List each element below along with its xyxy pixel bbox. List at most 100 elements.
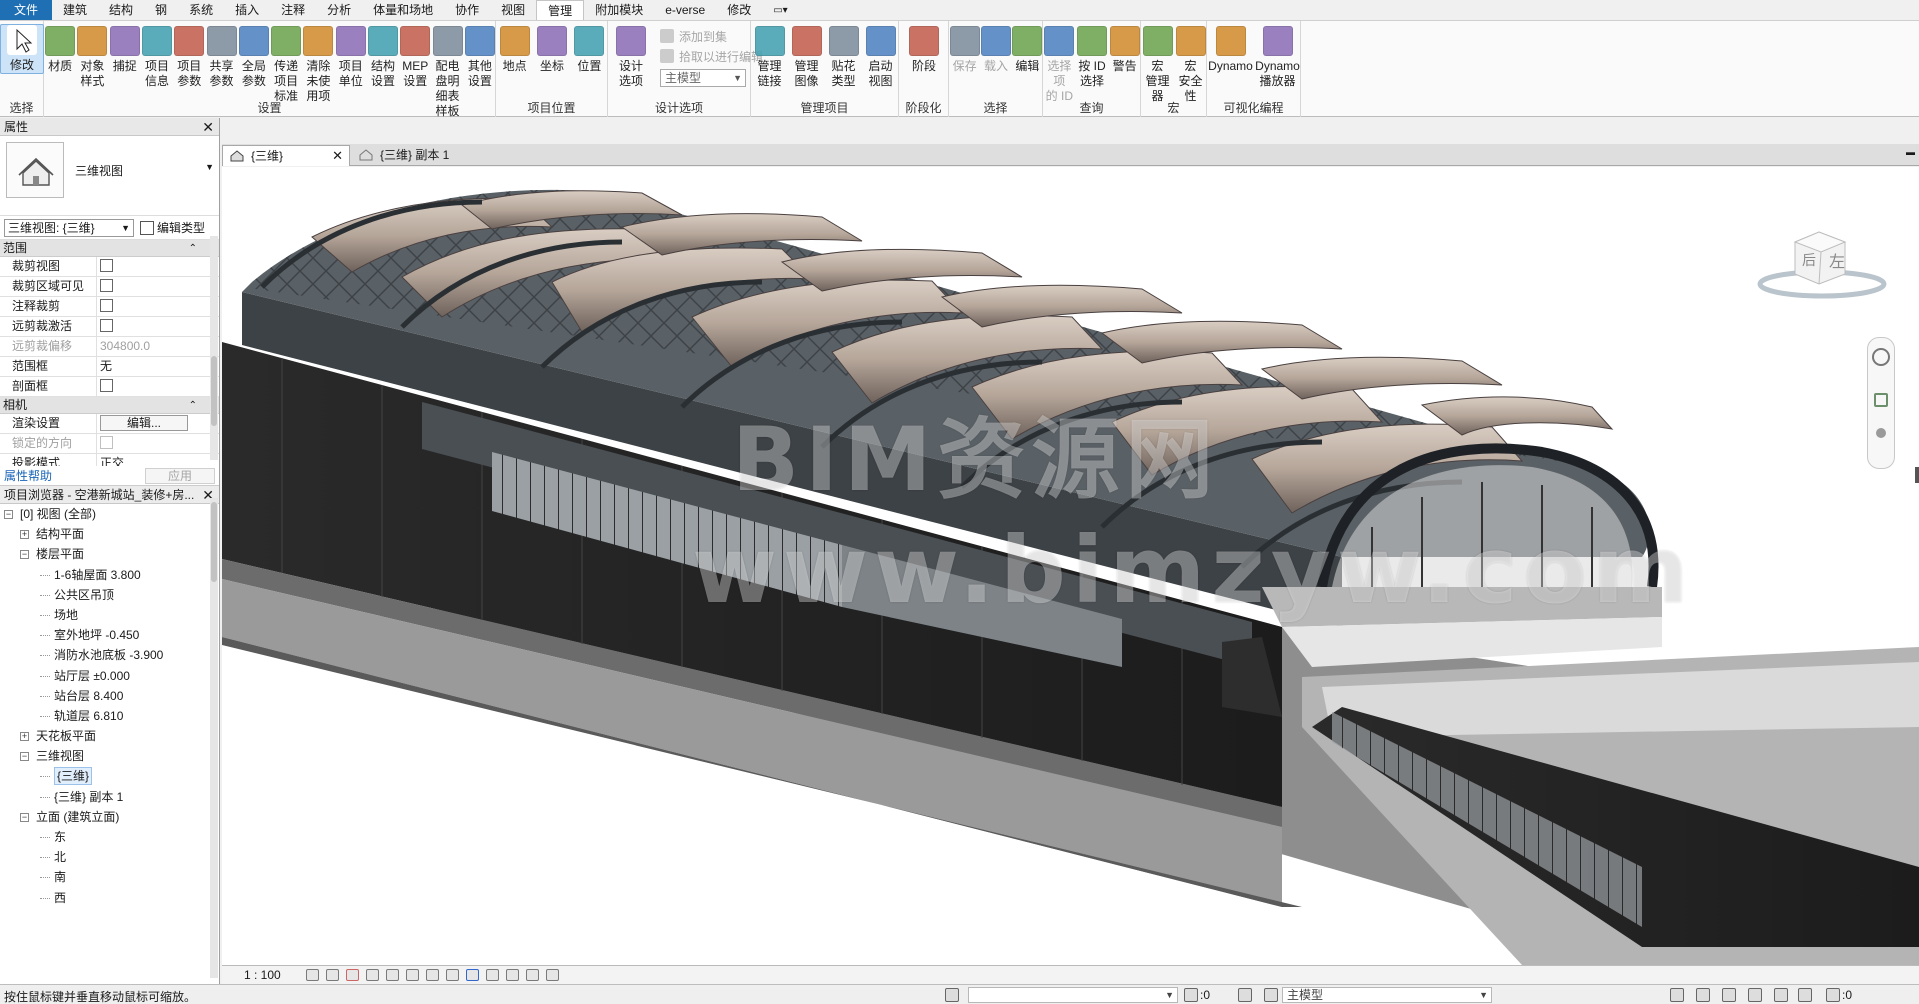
menu-item-3[interactable]: 钢 (144, 0, 178, 20)
property-value[interactable]: 正交 (96, 454, 190, 466)
browser-node[interactable]: 轨道层 6.810 (0, 706, 219, 726)
ribbon-button-2-1[interactable]: 坐标 (533, 26, 570, 74)
menu-item-6[interactable]: 注释 (270, 0, 316, 20)
workset-combo[interactable]: ▼ (968, 987, 1178, 1003)
browser-node[interactable]: + 天花板平面 (0, 726, 219, 746)
detail-level-icon[interactable] (306, 969, 319, 981)
property-value[interactable] (96, 434, 190, 454)
menu-item-2[interactable]: 结构 (98, 0, 144, 20)
browser-node[interactable]: − 楼层平面 (0, 544, 219, 564)
browser-node[interactable]: 站厅层 ±0.000 (0, 666, 219, 686)
chevron-down-icon[interactable]: ▼ (205, 162, 214, 172)
ribbon-button-8-1[interactable]: 宏 安全性 (1174, 26, 1207, 104)
viewcube-face-back[interactable]: 后 (1802, 250, 1816, 270)
ribbon-button-6-0[interactable]: 保存 (949, 26, 980, 74)
design-option-combo[interactable]: 主模型 ▼ (1282, 987, 1492, 1003)
close-icon[interactable]: ✕ (332, 146, 343, 166)
steering-wheel-icon[interactable] (1872, 348, 1890, 366)
ribbon-button-2-0[interactable]: 地点 (496, 26, 533, 74)
ribbon-button-4-3[interactable]: 启动 视图 (862, 26, 899, 89)
ribbon-button-1-10[interactable]: 结构 设置 (367, 26, 399, 89)
property-value[interactable]: 无 (96, 357, 190, 377)
viewcube-face-left[interactable]: 左 (1829, 248, 1845, 272)
properties-help-link[interactable]: 属性帮助 (0, 469, 52, 483)
menu-item-9[interactable]: 协作 (444, 0, 490, 20)
edit-type-button[interactable]: 编辑类型 (140, 219, 205, 237)
render-settings-button[interactable]: 编辑... (100, 415, 188, 431)
menu-item-1[interactable]: 建筑 (52, 0, 98, 20)
property-section[interactable]: 范围 ⌃ (0, 240, 219, 257)
property-checkbox[interactable] (100, 259, 113, 272)
workset-icon[interactable] (945, 988, 959, 1002)
ribbon-button-4-1[interactable]: 管理 图像 (788, 26, 825, 89)
crop-view-icon[interactable] (406, 969, 419, 981)
menu-item-4[interactable]: 系统 (178, 0, 224, 20)
property-value[interactable] (96, 377, 190, 397)
ribbon-button-1-9[interactable]: 项目 单位 (335, 26, 367, 89)
browser-node[interactable]: 1-6轴屋面 3.800 (0, 565, 219, 585)
browser-node[interactable]: 站台层 8.400 (0, 686, 219, 706)
instance-selector[interactable]: 三维视图: {三维} ▼ (4, 219, 134, 237)
worksharing-icon[interactable] (526, 969, 539, 981)
property-checkbox[interactable] (100, 436, 113, 449)
editable-only-icon[interactable] (1238, 988, 1252, 1002)
unlock-view-icon[interactable] (446, 969, 459, 981)
browser-scrollbar[interactable] (210, 498, 218, 978)
browser-node[interactable]: 场地 (0, 605, 219, 625)
property-value[interactable] (96, 297, 190, 317)
temp-view-props-icon[interactable] (506, 969, 519, 981)
ribbon-button-5-0[interactable]: 阶段 (899, 26, 949, 74)
collapse-icon[interactable]: − (20, 752, 29, 762)
browser-node[interactable]: 北 (0, 847, 219, 867)
browser-node[interactable]: − [0] 视图 (全部) (0, 504, 219, 524)
menu-item-7[interactable]: 分析 (316, 0, 362, 20)
property-value[interactable]: 编辑... (96, 414, 190, 434)
ribbon-button-9-1[interactable]: Dynamo 播放器 (1254, 26, 1301, 89)
ribbon-button-4-0[interactable]: 管理 链接 (751, 26, 788, 89)
ribbon-button-7-0[interactable]: 选择项 的 ID (1043, 26, 1076, 104)
expand-icon[interactable]: + (20, 732, 29, 742)
pan-icon[interactable] (1876, 428, 1886, 438)
menu-item-10[interactable]: 视图 (490, 0, 536, 20)
scroll-thumb[interactable] (211, 502, 217, 582)
browser-node[interactable]: 消防水池底板 -3.900 (0, 645, 219, 665)
ribbon-button-4-2[interactable]: 贴花 类型 (825, 26, 862, 89)
ribbon-button-7-1[interactable]: 按 ID 选择 (1076, 26, 1109, 89)
menu-item-11[interactable]: 管理 (536, 0, 585, 20)
select-pinned-icon[interactable] (1722, 988, 1736, 1002)
tab-3d[interactable]: {三维} ✕ (222, 145, 350, 166)
browser-node[interactable]: 东 (0, 827, 219, 847)
navigation-bar[interactable] (1867, 337, 1895, 469)
property-checkbox[interactable] (100, 319, 113, 332)
ribbon-button-1-0[interactable]: 材质 (44, 26, 76, 74)
menu-item-5[interactable]: 插入 (224, 0, 270, 20)
property-checkbox[interactable] (100, 379, 113, 392)
collapse-icon[interactable]: − (4, 510, 13, 519)
tab-3d-copy[interactable]: {三维} 副本 1 (352, 145, 502, 166)
temp-hide-icon[interactable] (466, 969, 479, 981)
collapse-icon[interactable]: ⌃ (189, 240, 197, 257)
property-checkbox[interactable] (100, 299, 113, 312)
ribbon-button-1-11[interactable]: MEP 设置 (399, 26, 431, 89)
select-by-face-icon[interactable] (1748, 988, 1762, 1002)
properties-scrollbar[interactable] (210, 236, 218, 460)
browser-node[interactable]: 西 (0, 888, 219, 908)
drag-on-selection-icon[interactable] (1774, 988, 1788, 1002)
ribbon-button-1-7[interactable]: 传递 项目标准 (270, 26, 302, 104)
property-value[interactable] (96, 317, 190, 337)
collapse-icon[interactable]: ⌃ (189, 397, 197, 414)
menu-item-14[interactable]: 修改 (716, 0, 762, 20)
property-value[interactable] (96, 257, 190, 277)
ribbon-button-2-2[interactable]: 位置 (571, 26, 608, 74)
ribbon-button-7-2[interactable]: 警告 (1108, 26, 1141, 74)
ribbon-small-button-0[interactable]: 添加到集 (660, 27, 727, 47)
apply-button[interactable]: 应用 (145, 468, 215, 484)
menu-item-0[interactable]: 文件 (0, 0, 53, 20)
property-value[interactable] (96, 277, 190, 297)
show-crop-icon[interactable] (426, 969, 439, 981)
view-cube[interactable]: 后 左 (1747, 222, 1897, 302)
ribbon-button-1-4[interactable]: 项目 参数 (173, 26, 205, 89)
ribbon-button-1-2[interactable]: 捕捉 (109, 26, 141, 74)
design-option-combo[interactable]: 主模型 ▼ (660, 69, 746, 87)
browser-node[interactable]: + 结构平面 (0, 524, 219, 544)
